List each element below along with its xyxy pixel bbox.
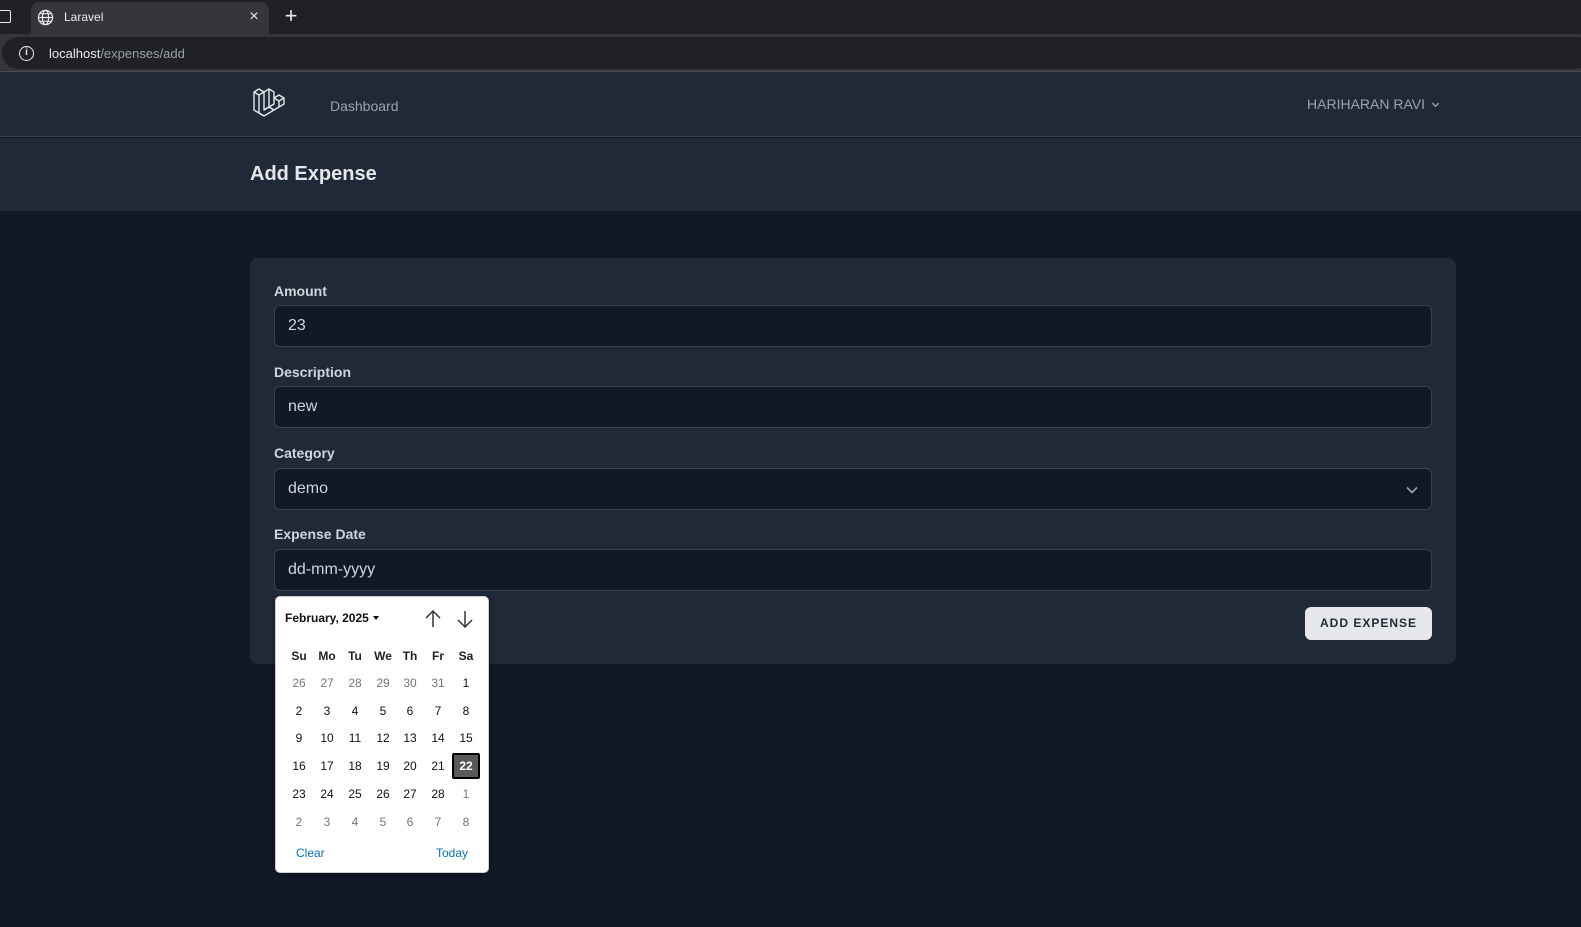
browser-address-bar: i localhost/expenses/add — [0, 34, 1581, 72]
day-cell[interactable]: 18 — [341, 753, 369, 779]
day-cell[interactable]: 14 — [424, 725, 452, 751]
weekday-header: Mo — [318, 649, 336, 663]
category-label: Category — [274, 445, 335, 461]
day-cell[interactable]: 13 — [396, 725, 424, 751]
day-cell[interactable]: 26 — [369, 781, 397, 807]
day-cell[interactable]: 3 — [313, 809, 341, 835]
expense-date-label: Expense Date — [274, 526, 366, 542]
day-cell[interactable]: 30 — [396, 670, 424, 696]
day-cell[interactable]: 2 — [285, 809, 313, 835]
day-cell[interactable]: 1 — [452, 781, 480, 807]
day-cell[interactable]: 27 — [396, 781, 424, 807]
amount-input[interactable]: 23 — [274, 305, 1432, 347]
url-host: localhost — [49, 46, 101, 61]
description-input[interactable]: new — [274, 386, 1432, 428]
day-cell[interactable]: 25 — [341, 781, 369, 807]
day-cell[interactable]: 1 — [452, 670, 480, 696]
chevron-down-icon — [1431, 102, 1440, 107]
url-path: /expenses/add — [100, 46, 185, 61]
user-name: HARIHARAN RAVI — [1307, 96, 1425, 112]
datepicker-popup: February, 2025 Su Mo Tu We Th Fr Sa 26 27 28 29 30… — [275, 596, 489, 873]
day-cell[interactable]: 28 — [424, 781, 452, 807]
day-cell[interactable]: 16 — [285, 753, 313, 779]
amount-value: 23 — [288, 317, 306, 334]
site-info-icon[interactable]: i — [19, 46, 34, 61]
day-cell[interactable]: 6 — [396, 809, 424, 835]
day-cell[interactable]: 23 — [285, 781, 313, 807]
user-menu-dropdown[interactable]: HARIHARAN RAVI — [1307, 96, 1440, 112]
page-title: Add Expense — [250, 163, 377, 185]
day-cell[interactable]: 4 — [341, 698, 369, 724]
day-cell[interactable]: 8 — [452, 698, 480, 724]
day-cell[interactable]: 28 — [341, 670, 369, 696]
new-tab-icon[interactable]: + — [281, 5, 301, 27]
arrow-up-icon[interactable] — [423, 608, 443, 630]
day-cell[interactable]: 15 — [452, 725, 480, 751]
category-select[interactable]: demo — [274, 468, 1432, 510]
day-cell[interactable]: 17 — [313, 753, 341, 779]
day-cell[interactable]: 9 — [285, 725, 313, 751]
close-tab-icon[interactable]: × — [247, 9, 261, 25]
day-cell[interactable]: 6 — [396, 698, 424, 724]
day-cell[interactable]: 7 — [424, 698, 452, 724]
month-year-selector[interactable]: February, 2025 — [285, 611, 379, 625]
calendar-icon[interactable] — [1402, 562, 1418, 578]
page-header: Add Expense — [0, 138, 1581, 211]
day-cell[interactable]: 24 — [313, 781, 341, 807]
description-label: Description — [274, 364, 352, 380]
day-cell[interactable]: 8 — [452, 809, 480, 835]
day-cell[interactable]: 19 — [369, 753, 397, 779]
add-expense-button[interactable]: ADD EXPENSE — [1305, 607, 1432, 640]
window-menu-icon[interactable] — [0, 10, 11, 23]
app-navbar: Dashboard HARIHARAN RAVI — [0, 72, 1581, 137]
day-cell[interactable]: 29 — [369, 670, 397, 696]
day-cell-selected[interactable]: 22 — [452, 753, 480, 779]
description-value: new — [288, 398, 318, 415]
url-text: localhost/expenses/add — [49, 46, 185, 61]
day-cell[interactable]: 21 — [424, 753, 452, 779]
tab-title: Laravel — [64, 10, 104, 24]
day-cell[interactable]: 27 — [313, 670, 341, 696]
day-cell[interactable]: 7 — [424, 809, 452, 835]
browser-tab-bar: Laravel × + — [0, 0, 1581, 34]
laravel-logo-icon[interactable] — [252, 86, 286, 122]
weekday-header: Th — [402, 649, 418, 663]
nav-link-dashboard[interactable]: Dashboard — [330, 98, 399, 114]
day-cell[interactable]: 4 — [341, 809, 369, 835]
arrow-down-icon[interactable] — [455, 608, 475, 630]
weekday-header: Sa — [458, 649, 474, 663]
date-placeholder: dd-mm-yyyy — [288, 561, 376, 578]
weekday-header: Su — [291, 649, 307, 663]
day-cell[interactable]: 31 — [424, 670, 452, 696]
url-input[interactable]: i localhost/expenses/add — [2, 37, 1581, 69]
chevron-down-icon — [1406, 486, 1418, 494]
globe-icon — [37, 9, 54, 26]
day-cell[interactable]: 3 — [313, 698, 341, 724]
expense-date-input[interactable]: dd-mm-yyyy — [274, 549, 1432, 591]
day-cell[interactable]: 26 — [285, 670, 313, 696]
day-cell[interactable]: 20 — [396, 753, 424, 779]
amount-label: Amount — [274, 283, 327, 299]
day-cell[interactable]: 12 — [369, 725, 397, 751]
day-cell[interactable]: 5 — [369, 698, 397, 724]
clear-button[interactable]: Clear — [296, 846, 325, 860]
category-value: demo — [288, 480, 329, 497]
month-year-label: February, 2025 — [285, 611, 369, 625]
day-cell[interactable]: 5 — [369, 809, 397, 835]
caret-down-icon — [372, 616, 379, 620]
day-cell[interactable]: 11 — [341, 725, 369, 751]
weekday-header: Fr — [432, 649, 444, 663]
day-cell[interactable]: 10 — [313, 725, 341, 751]
day-cell[interactable]: 2 — [285, 698, 313, 724]
today-button[interactable]: Today — [436, 846, 468, 860]
browser-tab[interactable]: Laravel × — [31, 2, 269, 34]
weekday-header: Tu — [348, 649, 362, 663]
weekday-header: We — [374, 649, 392, 663]
